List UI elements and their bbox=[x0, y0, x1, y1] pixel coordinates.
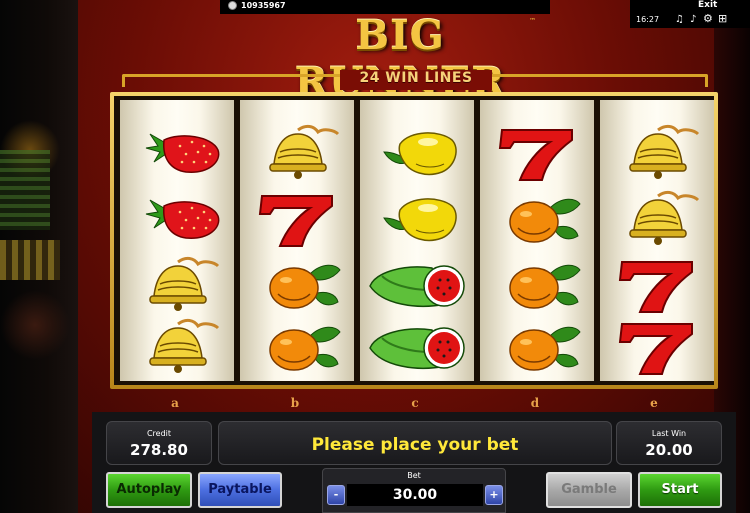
paytable-button[interactable]: Paytable bbox=[198, 472, 282, 508]
reels-area bbox=[114, 96, 714, 385]
orange-icon bbox=[480, 316, 594, 378]
message-box: Please place your bet bbox=[218, 421, 612, 465]
reel-label-a: a bbox=[171, 396, 179, 410]
credit-label: Credit bbox=[146, 429, 172, 438]
last-win-label: Last Win bbox=[651, 429, 687, 438]
reel-d bbox=[480, 100, 594, 381]
bell-icon bbox=[120, 316, 234, 378]
win-lines-label: 24 WIN LINES bbox=[340, 70, 492, 90]
bell-icon bbox=[240, 122, 354, 184]
fullscreen-icon[interactable]: ⊞ bbox=[718, 13, 727, 25]
credit-value: 278.80 bbox=[130, 441, 188, 459]
orange-icon bbox=[240, 254, 354, 316]
reel-a bbox=[120, 100, 234, 381]
orange-icon bbox=[480, 188, 594, 250]
bell-icon bbox=[600, 122, 714, 184]
credit-box: Credit 278.80 bbox=[106, 421, 212, 465]
start-button[interactable]: Start bbox=[638, 472, 722, 508]
bell-icon bbox=[600, 188, 714, 250]
bet-increase-button[interactable]: + bbox=[485, 485, 503, 505]
status-message: Please place your bet bbox=[311, 435, 519, 455]
reel-label-b: b bbox=[290, 396, 300, 410]
bet-control: Bet - 30.00 + bbox=[322, 468, 506, 513]
last-win-box: Last Win 20.00 bbox=[616, 421, 722, 465]
settings-icon[interactable]: ⚙ bbox=[703, 13, 713, 25]
casino-background bbox=[0, 0, 78, 513]
sound-icon[interactable]: ♪ bbox=[690, 14, 696, 26]
music-icon[interactable]: ♫ bbox=[675, 14, 684, 26]
autoplay-button[interactable]: Autoplay bbox=[106, 472, 192, 508]
clock: 16:27 bbox=[636, 15, 660, 24]
trademark: ™ bbox=[529, 17, 536, 25]
strawberry-icon bbox=[120, 122, 234, 184]
player-id: 10935967 bbox=[228, 1, 286, 10]
reel-label-d: d bbox=[530, 396, 540, 410]
orange-icon bbox=[240, 316, 354, 378]
seven-icon bbox=[240, 188, 354, 250]
reels-frame bbox=[110, 92, 718, 389]
bell-icon bbox=[120, 254, 234, 316]
reel-label-e: e bbox=[650, 396, 658, 410]
last-win-value: 20.00 bbox=[645, 441, 693, 459]
exit-button[interactable]: Exit bbox=[698, 0, 717, 10]
player-id-value: 10935967 bbox=[241, 1, 286, 10]
seven-icon bbox=[600, 254, 714, 316]
strawberry-icon bbox=[120, 188, 234, 250]
seven-icon bbox=[600, 316, 714, 378]
pear-icon bbox=[360, 188, 474, 250]
seven-icon bbox=[480, 122, 594, 184]
reel-b bbox=[240, 100, 354, 381]
reel-c bbox=[360, 100, 474, 381]
bet-decrease-button[interactable]: - bbox=[327, 485, 345, 505]
watermelon-icon bbox=[360, 316, 474, 378]
reel-e bbox=[600, 100, 714, 381]
watermelon-icon bbox=[360, 254, 474, 316]
orange-icon bbox=[480, 254, 594, 316]
bet-label: Bet bbox=[407, 471, 421, 480]
gamble-button[interactable]: Gamble bbox=[546, 472, 632, 508]
game-screen: 10935967 16:27 Exit ♫ ♪ ⚙ ⊞ BIG RUNNER ™… bbox=[0, 0, 750, 513]
reel-label-c: c bbox=[411, 396, 419, 410]
bet-value: 30.00 bbox=[347, 484, 483, 506]
coin-icon bbox=[228, 1, 237, 10]
pear-icon bbox=[360, 122, 474, 184]
